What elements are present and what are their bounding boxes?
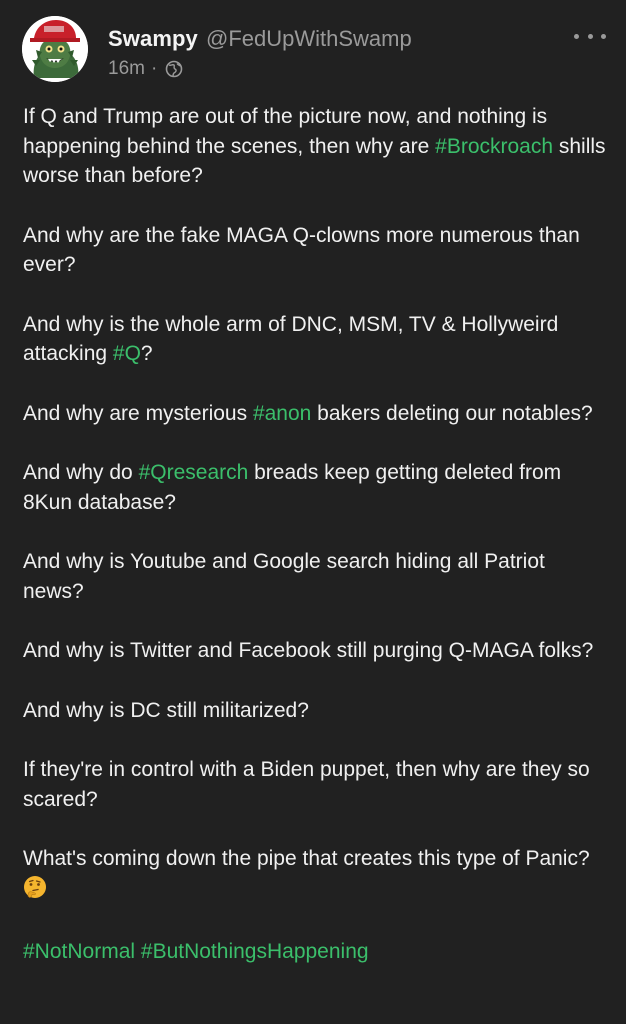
hashtag-link[interactable]: #Brockroach bbox=[435, 135, 553, 158]
paragraph-text: And why do bbox=[23, 461, 139, 484]
paragraph-text: And why is the whole arm of DNC, MSM, TV… bbox=[23, 312, 559, 366]
post-paragraph: #NotNormal #ButNothingsHappening bbox=[23, 937, 611, 967]
post-paragraph: If they're in control with a Biden puppe… bbox=[23, 755, 611, 814]
paragraph-text: And why are the fake MAGA Q-clowns more … bbox=[23, 223, 580, 277]
post-body: If Q and Trump are out of the picture no… bbox=[23, 102, 611, 997]
thinking-face-icon bbox=[23, 875, 47, 908]
swamp-monster-avatar-icon bbox=[22, 16, 88, 82]
post-paragraph: And why is Youtube and Google search hid… bbox=[23, 547, 611, 606]
globe-icon bbox=[165, 60, 183, 78]
post-paragraph: And why is DC still militarized? bbox=[23, 696, 611, 726]
author-handle[interactable]: @FedUpWithSwamp bbox=[206, 26, 412, 52]
hashtag-link[interactable]: #anon bbox=[253, 402, 311, 425]
post-header: Swampy @FedUpWithSwamp 16m · bbox=[22, 16, 606, 88]
more-dots-icon bbox=[574, 33, 579, 39]
post-paragraph: And why are mysterious #anon bakers dele… bbox=[23, 399, 611, 429]
more-dots-icon bbox=[587, 33, 593, 39]
hashtag-link[interactable]: #NotNormal bbox=[23, 940, 135, 963]
avatar[interactable] bbox=[22, 16, 88, 82]
paragraph-text: bakers deleting our notables? bbox=[311, 401, 593, 425]
paragraph-text: What's coming down the pipe that creates… bbox=[23, 847, 590, 870]
more-dots-icon bbox=[601, 33, 606, 39]
post-paragraph: And why is the whole arm of DNC, MSM, TV… bbox=[23, 310, 611, 369]
paragraph-text: If they're in control with a Biden puppe… bbox=[23, 758, 590, 811]
post-paragraph: And why are the fake MAGA Q-clowns more … bbox=[23, 221, 611, 280]
paragraph-text: And why is Youtube and Google search hid… bbox=[23, 550, 545, 603]
hashtag-link[interactable]: #Q bbox=[113, 342, 141, 365]
post-paragraph: And why is Twitter and Facebook still pu… bbox=[23, 636, 611, 666]
paragraph-text: And why is DC still militarized? bbox=[23, 698, 309, 722]
more-options-button[interactable] bbox=[574, 26, 606, 46]
hashtag-link[interactable]: #Qresearch bbox=[139, 461, 249, 484]
post-time[interactable]: 16m bbox=[108, 58, 145, 80]
paragraph-text: ? bbox=[140, 342, 153, 365]
post-paragraph: And why do #Qresearch breads keep gettin… bbox=[23, 458, 611, 517]
paragraph-text: And why are mysterious bbox=[23, 401, 253, 425]
paragraph-text: And why is Twitter and Facebook still pu… bbox=[23, 639, 594, 662]
post-card: Swampy @FedUpWithSwamp 16m · If Q and Tr… bbox=[0, 0, 626, 1024]
hashtag-link[interactable]: #ButNothingsHappening bbox=[141, 940, 369, 963]
author-name[interactable]: Swampy bbox=[108, 26, 198, 52]
post-paragraph: What's coming down the pipe that creates… bbox=[23, 844, 611, 907]
post-meta: 16m · bbox=[108, 58, 183, 80]
post-paragraph: If Q and Trump are out of the picture no… bbox=[23, 102, 611, 191]
meta-separator: · bbox=[150, 58, 158, 79]
